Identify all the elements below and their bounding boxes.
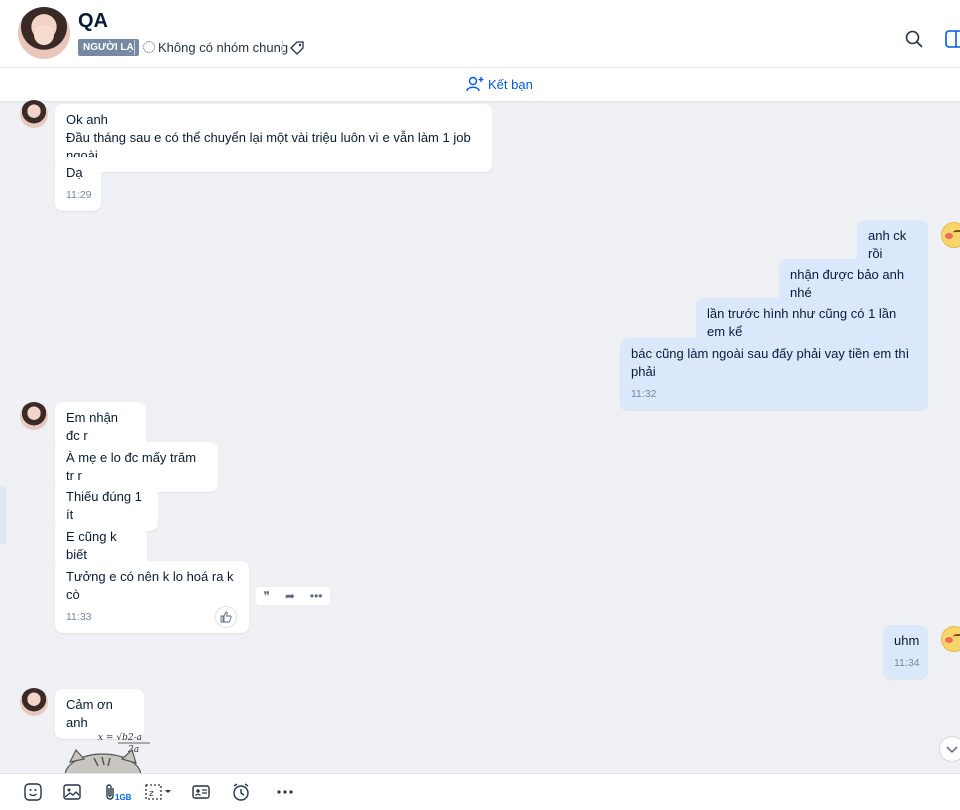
more-icon[interactable]: ••• — [310, 589, 323, 603]
message-text: uhm — [894, 633, 920, 648]
message-text: Ok anh — [66, 112, 108, 127]
message-time: 11:34 — [894, 657, 920, 669]
message-bubble[interactable]: uhm 11:34 — [883, 625, 928, 679]
message-text: Cảm ơn anh — [66, 697, 113, 730]
divider — [134, 40, 135, 55]
panel-icon[interactable] — [945, 30, 960, 48]
share-icon[interactable]: ➦ — [285, 589, 295, 603]
contact-card-icon[interactable] — [189, 781, 213, 803]
sidebar-edge — [0, 486, 6, 544]
chat-header: QA NGƯỜI LẠ Không có nhóm chung — [0, 0, 960, 68]
more-tools-icon[interactable] — [273, 781, 297, 803]
my-avatar[interactable] — [941, 222, 960, 248]
divider — [282, 40, 283, 55]
message-text: À mẹ e lo đc mấy trăm tr r — [66, 450, 197, 483]
message-text: nhận được bảo anh nhé — [790, 267, 905, 300]
message-bubble[interactable]: bác cũng làm ngoài sau đấy phải vay tiền… — [620, 338, 928, 410]
group-icon — [143, 41, 155, 53]
scroll-down-button[interactable] — [939, 736, 960, 762]
message-text: lần trước hình như cũng có 1 lần em kể — [707, 306, 897, 339]
message-time: 11:33 — [66, 611, 92, 623]
sender-avatar[interactable] — [20, 100, 48, 128]
my-avatar[interactable] — [941, 626, 960, 652]
contact-avatar[interactable] — [18, 7, 70, 59]
sticker-formula: x = √b2-a — [98, 732, 142, 743]
message-time: 11:29 — [66, 189, 92, 201]
file-limit-badge: 1GB — [115, 793, 132, 802]
thumbs-up-icon[interactable] — [215, 606, 237, 628]
cat-sticker[interactable]: x = √b2-a 2a — [58, 728, 168, 778]
message-time: 11:32 — [631, 388, 657, 400]
message-text: Em nhận đc r — [66, 410, 119, 443]
message-bubble[interactable]: Ok anh Đầu tháng sau e có thể chuyển lại… — [55, 104, 492, 172]
svg-text:z: z — [149, 789, 154, 799]
add-friend-icon — [466, 76, 484, 92]
message-text: Thiếu đúng 1 ít — [66, 489, 142, 522]
message-actions: ❞ ➦ ••• — [256, 587, 330, 605]
sticker-icon[interactable] — [21, 781, 45, 803]
sender-avatar[interactable] — [20, 402, 48, 430]
message-text: bác cũng làm ngoài sau đấy phải vay tiền… — [631, 346, 910, 379]
screenshot-icon[interactable]: z — [142, 781, 174, 803]
contact-name[interactable]: QA — [78, 10, 108, 33]
message-text: anh ck rồi — [868, 228, 907, 261]
message-text: Dạ — [66, 165, 83, 180]
reminder-icon[interactable] — [229, 781, 253, 803]
add-friend-label: Kết bạn — [488, 76, 533, 92]
add-friend-button[interactable]: Kết bạn — [466, 75, 533, 93]
image-icon[interactable] — [60, 781, 84, 803]
message-text: Đầu tháng sau e có thể chuyển lại một và… — [66, 130, 471, 163]
message-text: E cũng k biết — [66, 529, 117, 562]
search-icon[interactable] — [904, 29, 924, 49]
sender-avatar[interactable] — [20, 688, 48, 716]
chevron-down-icon — [946, 746, 958, 754]
common-group-status[interactable]: Không có nhóm chung — [158, 40, 288, 55]
tag-icon[interactable] — [289, 40, 305, 56]
composer-toolbar: z — [0, 773, 960, 810]
quote-icon[interactable]: ❞ — [263, 589, 269, 603]
add-friend-bar: Kết bạn — [0, 68, 960, 102]
message-bubble[interactable]: Dạ 11:29 — [55, 157, 101, 211]
message-text: Tưởng e có nên k lo hoá ra k cò — [66, 569, 234, 602]
stranger-badge: NGƯỜI LẠ — [78, 39, 139, 56]
